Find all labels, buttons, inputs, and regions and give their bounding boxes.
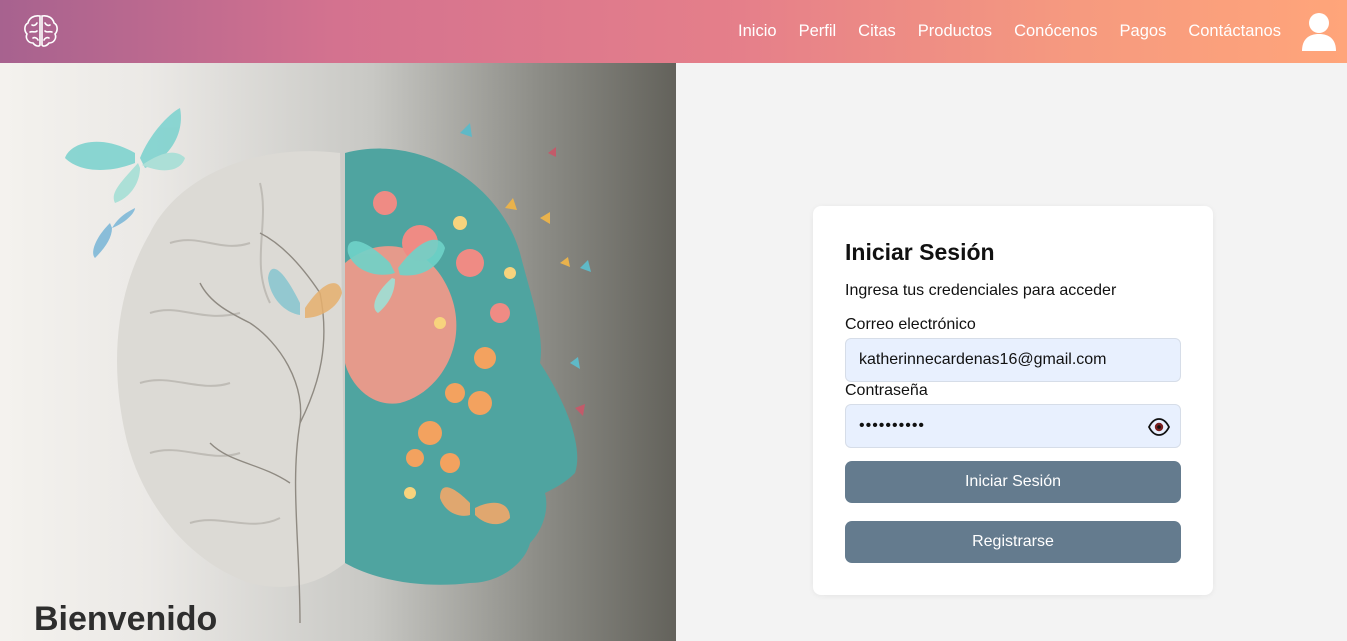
hero-image-panel: Bienvenido: [0, 63, 676, 641]
welcome-heading: Bienvenido: [34, 600, 218, 638]
user-avatar-icon[interactable]: [1301, 11, 1337, 53]
password-label: Contraseña: [845, 382, 928, 399]
top-navbar: Inicio Perfil Citas Productos Conócenos …: [0, 0, 1347, 63]
brain-icon[interactable]: [22, 12, 60, 50]
nav-link-inicio[interactable]: Inicio: [738, 22, 777, 41]
brain-butterflies-illustration: [65, 108, 591, 624]
register-button[interactable]: Registrarse: [845, 521, 1181, 563]
login-title: Iniciar Sesión: [845, 239, 995, 265]
password-field[interactable]: ••••••••••: [845, 404, 1181, 448]
nav-links: Inicio Perfil Citas Productos Conócenos …: [738, 0, 1347, 63]
eye-icon[interactable]: [1148, 416, 1170, 438]
login-submit-button[interactable]: Iniciar Sesión: [845, 461, 1181, 503]
nav-link-contactanos[interactable]: Contáctanos: [1188, 22, 1281, 41]
email-value: katherinnecardenas16@gmail.com: [859, 351, 1107, 368]
login-subtitle: Ingresa tus credenciales para acceder: [845, 282, 1117, 299]
password-value: ••••••••••: [859, 417, 926, 434]
nav-link-productos[interactable]: Productos: [918, 22, 992, 41]
nav-link-conocenos[interactable]: Conócenos: [1014, 22, 1097, 41]
nav-link-pagos[interactable]: Pagos: [1120, 22, 1167, 41]
email-field[interactable]: katherinnecardenas16@gmail.com: [845, 338, 1181, 382]
login-card: Iniciar Sesión Ingresa tus credenciales …: [813, 206, 1213, 595]
email-label: Correo electrónico: [845, 316, 976, 333]
nav-link-perfil[interactable]: Perfil: [799, 22, 837, 41]
nav-link-citas[interactable]: Citas: [858, 22, 896, 41]
